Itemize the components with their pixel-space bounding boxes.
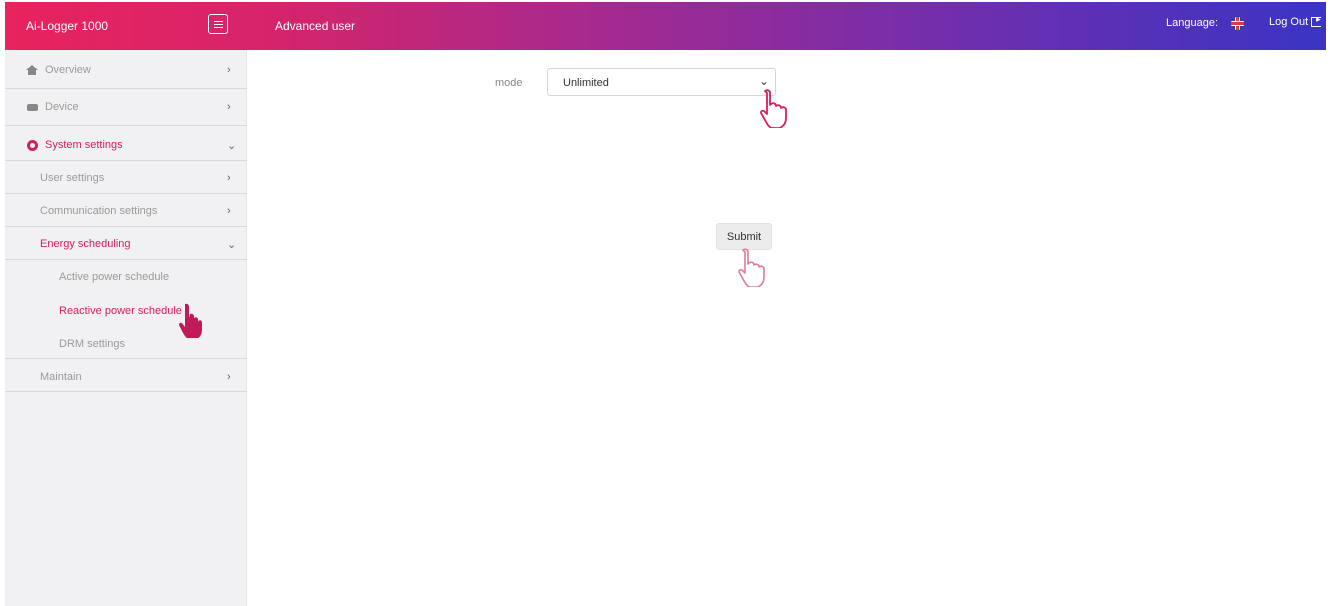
sidebar-item-label: DRM settings <box>59 338 126 350</box>
chevron-right-icon: › <box>227 101 231 113</box>
sidebar-item-device[interactable]: Device › <box>5 99 247 115</box>
hamburger-icon <box>213 20 223 28</box>
user-role: Advanced user <box>275 19 356 33</box>
divider <box>5 259 247 260</box>
app-title: Ai-Logger 1000 <box>26 19 109 33</box>
sidebar-item-communication-settings[interactable]: Communication settings › <box>5 205 247 221</box>
logout-label: Log Out <box>1269 16 1309 28</box>
sidebar-item-label: Maintain <box>40 371 82 383</box>
uk-flag-icon[interactable] <box>1231 17 1244 30</box>
device-icon <box>26 103 38 111</box>
app-window: Ai-Logger 1000 Advanced user Language: L… <box>5 2 1326 606</box>
mode-label: mode <box>495 77 523 89</box>
chevron-right-icon: › <box>227 172 231 184</box>
brand-area: Ai-Logger 1000 <box>5 2 247 50</box>
divider <box>5 226 247 227</box>
chevron-right-icon: › <box>227 371 231 383</box>
divider <box>5 358 247 359</box>
mode-select-value: Unlimited <box>563 77 609 89</box>
sidebar-item-reactive-power-schedule[interactable]: Reactive power schedule <box>5 305 247 321</box>
sidebar-item-active-power-schedule[interactable]: Active power schedule <box>5 271 247 287</box>
top-header: Ai-Logger 1000 Advanced user Language: L… <box>5 2 1326 50</box>
sidebar-item-energy-scheduling[interactable]: Energy scheduling ⌄ <box>5 238 247 254</box>
menu-toggle-button[interactable] <box>208 14 228 34</box>
divider <box>5 125 247 126</box>
gear-icon-wrap <box>26 139 38 151</box>
chevron-down-icon: ⌄ <box>758 74 769 88</box>
home-icon <box>26 64 38 75</box>
sidebar-item-overview[interactable]: Overview › <box>5 62 247 78</box>
sidebar-item-label: Overview <box>45 64 91 76</box>
sidebar-item-label: Reactive power schedule <box>59 305 182 317</box>
chevron-down-icon: ⌄ <box>227 239 237 251</box>
hand-pointer-icon <box>179 303 202 338</box>
hand-pointer-icon <box>760 89 787 128</box>
divider <box>5 160 247 161</box>
logout-button[interactable]: Log Out <box>1269 14 1322 28</box>
divider <box>5 88 247 89</box>
divider <box>5 193 247 194</box>
language-label: Language: <box>1166 17 1218 29</box>
chevron-right-icon: › <box>227 205 231 217</box>
sidebar-item-label: System settings <box>45 139 123 151</box>
sidebar-item-label: Active power schedule <box>59 271 170 283</box>
submit-button[interactable]: Submit <box>716 223 772 250</box>
sidebar-item-system-settings[interactable]: System settings ⌄ <box>5 137 247 153</box>
gear-icon <box>26 139 38 151</box>
chevron-right-icon: › <box>227 64 231 76</box>
logout-icon <box>1311 14 1322 27</box>
sidebar: Overview › Device › System settings ⌄ Us… <box>5 50 247 606</box>
sidebar-item-label: Communication settings <box>40 205 158 217</box>
sidebar-item-label: Energy scheduling <box>40 238 131 250</box>
device-icon-wrap <box>26 101 38 113</box>
sidebar-item-label: Device <box>45 101 79 113</box>
sidebar-item-user-settings[interactable]: User settings › <box>5 172 247 188</box>
sidebar-item-drm-settings[interactable]: DRM settings <box>5 338 247 354</box>
home-icon-wrap <box>26 64 38 76</box>
sidebar-item-maintain[interactable]: Maintain › <box>5 371 247 387</box>
sidebar-item-label: User settings <box>40 172 105 184</box>
chevron-down-icon: ⌄ <box>227 139 237 152</box>
mode-select[interactable]: Unlimited ⌄ <box>547 68 776 96</box>
hand-pointer-icon <box>738 248 765 287</box>
divider <box>5 391 247 392</box>
